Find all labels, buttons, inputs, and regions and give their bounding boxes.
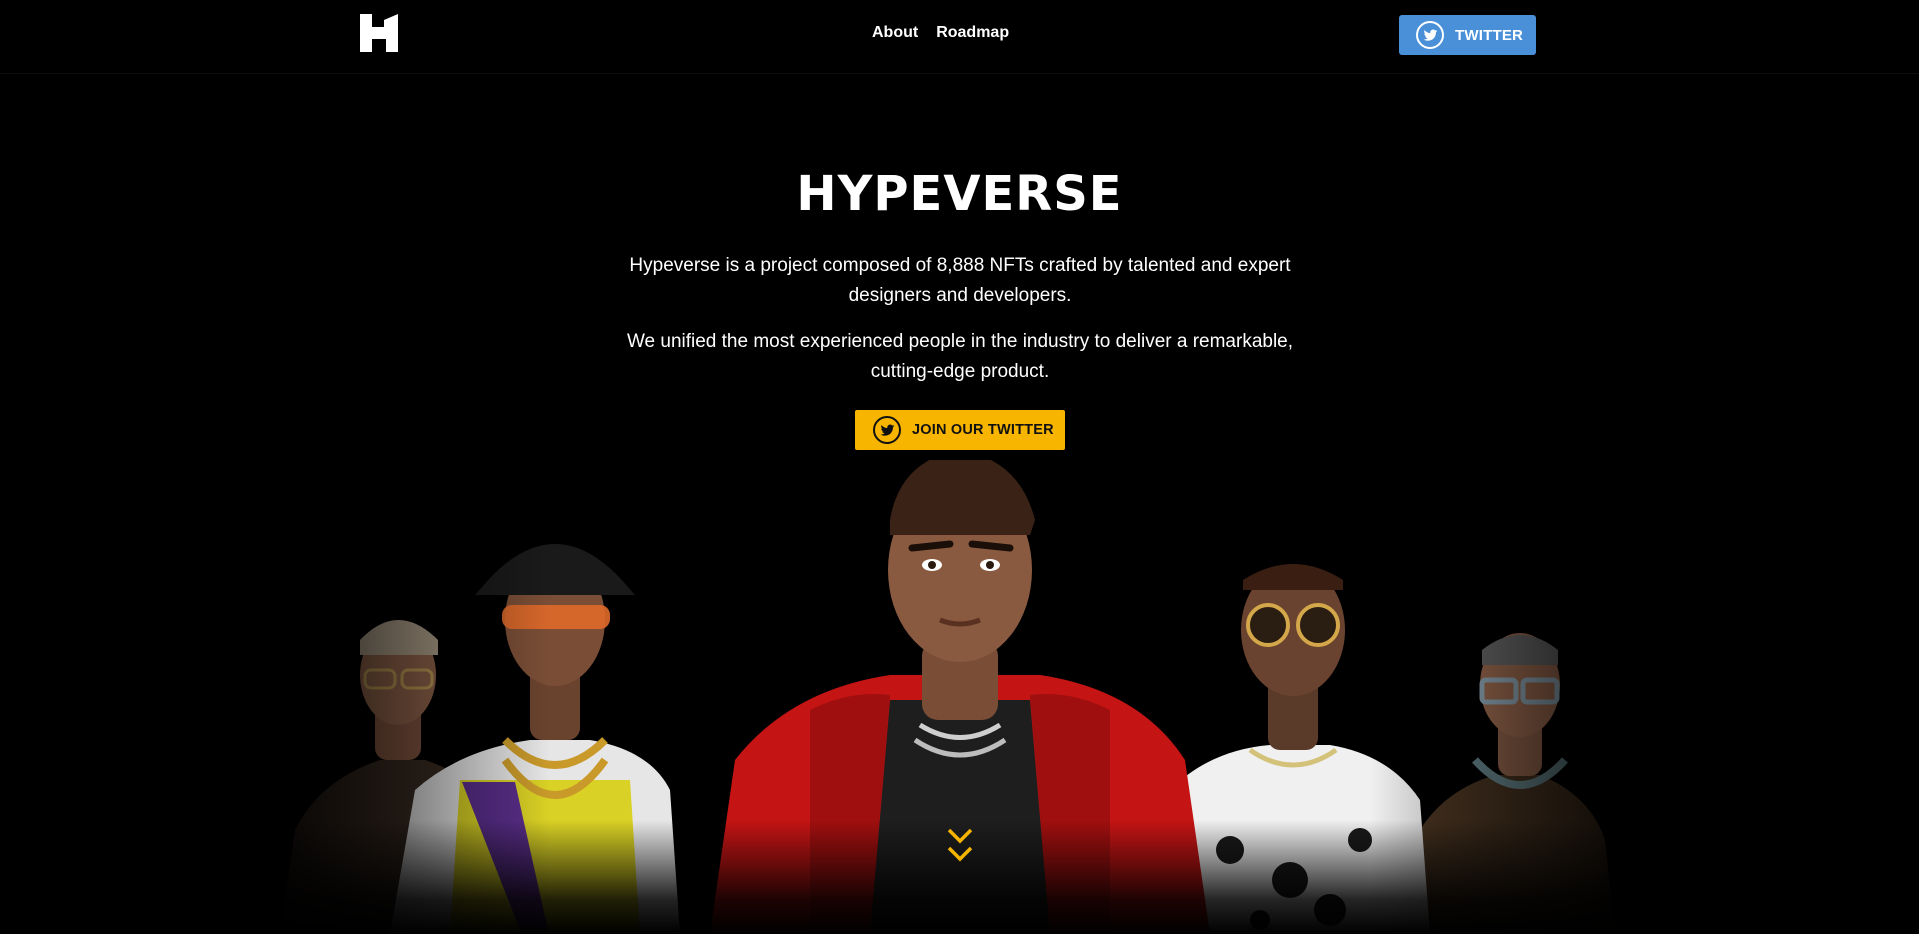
twitter-bird-icon (1416, 21, 1444, 49)
hero-paragraph-2: We unified the most experienced people i… (626, 331, 1294, 382)
nav-roadmap[interactable]: Roadmap (936, 24, 1009, 42)
page: About Roadmap TWITTER HYPEVERSE Hypevers… (0, 0, 1919, 934)
join-twitter-label: JOIN OUR TWITTER (912, 422, 1054, 438)
main-nav: About Roadmap (872, 24, 1009, 42)
site-header: About Roadmap TWITTER (0, 0, 1919, 74)
twitter-button[interactable]: TWITTER (1399, 15, 1536, 55)
join-twitter-button[interactable]: JOIN OUR TWITTER (855, 410, 1065, 450)
character-far-right (1410, 633, 1615, 934)
hero-title: HYPEVERSE (796, 166, 1123, 222)
double-chevron-down-icon[interactable] (944, 826, 976, 870)
twitter-button-label: TWITTER (1455, 26, 1524, 44)
twitter-bird-icon (873, 416, 901, 444)
hypeverse-logo[interactable] (360, 14, 398, 52)
logo-h-icon (360, 14, 398, 52)
nav-about[interactable]: About (872, 24, 918, 42)
character-left-bucket-hat (390, 544, 680, 934)
hero-paragraph-1: Hypeverse is a project composed of 8,888… (629, 255, 1291, 306)
